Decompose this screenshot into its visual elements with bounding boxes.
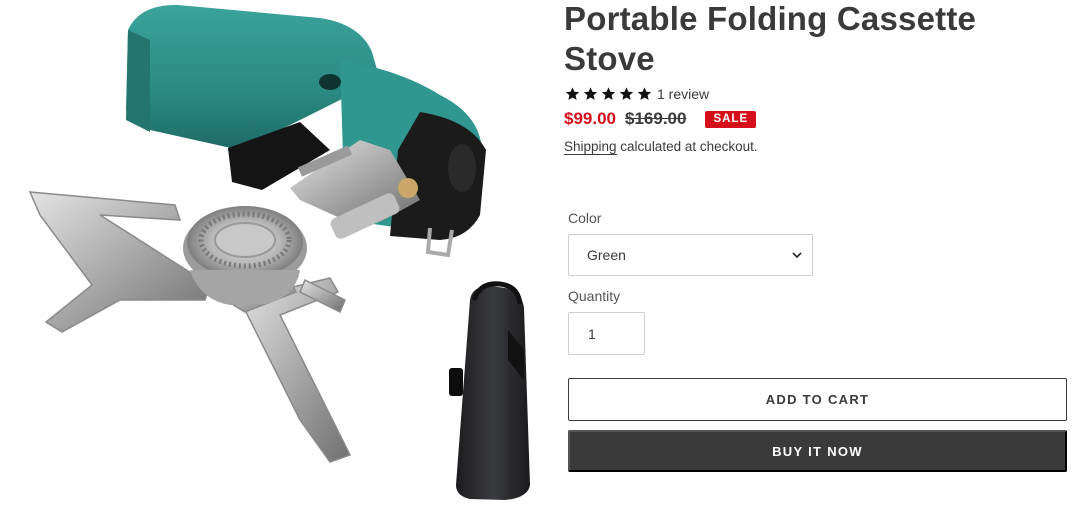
- carry-bag: [449, 281, 530, 500]
- product-rating[interactable]: 1 review: [564, 86, 1068, 102]
- star-icon: [619, 87, 634, 100]
- shipping-text: calculated at checkout.: [616, 139, 758, 154]
- rating-stars: [564, 86, 653, 102]
- sale-badge: SALE: [705, 110, 757, 128]
- star-icon: [601, 87, 616, 100]
- quantity-label: Quantity: [568, 288, 621, 304]
- compare-at-price: $169.00: [625, 109, 687, 128]
- color-label: Color: [568, 210, 602, 226]
- shipping-link[interactable]: Shipping: [564, 139, 617, 155]
- star-icon: [637, 87, 652, 100]
- star-icon: [583, 87, 598, 100]
- color-select-value: Green: [587, 247, 626, 263]
- buy-now-button[interactable]: BUY IT NOW: [568, 430, 1067, 472]
- color-select[interactable]: Green: [568, 234, 813, 276]
- star-icon: [565, 87, 580, 100]
- stove-burner: [183, 206, 307, 305]
- product-title: Portable Folding Cassette Stove: [564, 0, 977, 77]
- product-info: Portable Folding Cassette Stove 1 review…: [564, 0, 1068, 472]
- sale-price: $99.00: [564, 109, 616, 128]
- add-to-cart-button[interactable]: ADD TO CART: [568, 378, 1067, 421]
- quantity-value: 1: [588, 325, 596, 342]
- price-row: $99.00 $169.00 SALE: [564, 108, 1068, 130]
- review-count-link[interactable]: 1 review: [657, 86, 709, 102]
- quantity-input[interactable]: 1: [568, 312, 645, 355]
- shipping-note: Shipping calculated at checkout.: [564, 139, 1068, 155]
- stove-housing: [126, 4, 486, 258]
- chevron-down-icon: [792, 252, 802, 259]
- product-image: [0, 0, 545, 515]
